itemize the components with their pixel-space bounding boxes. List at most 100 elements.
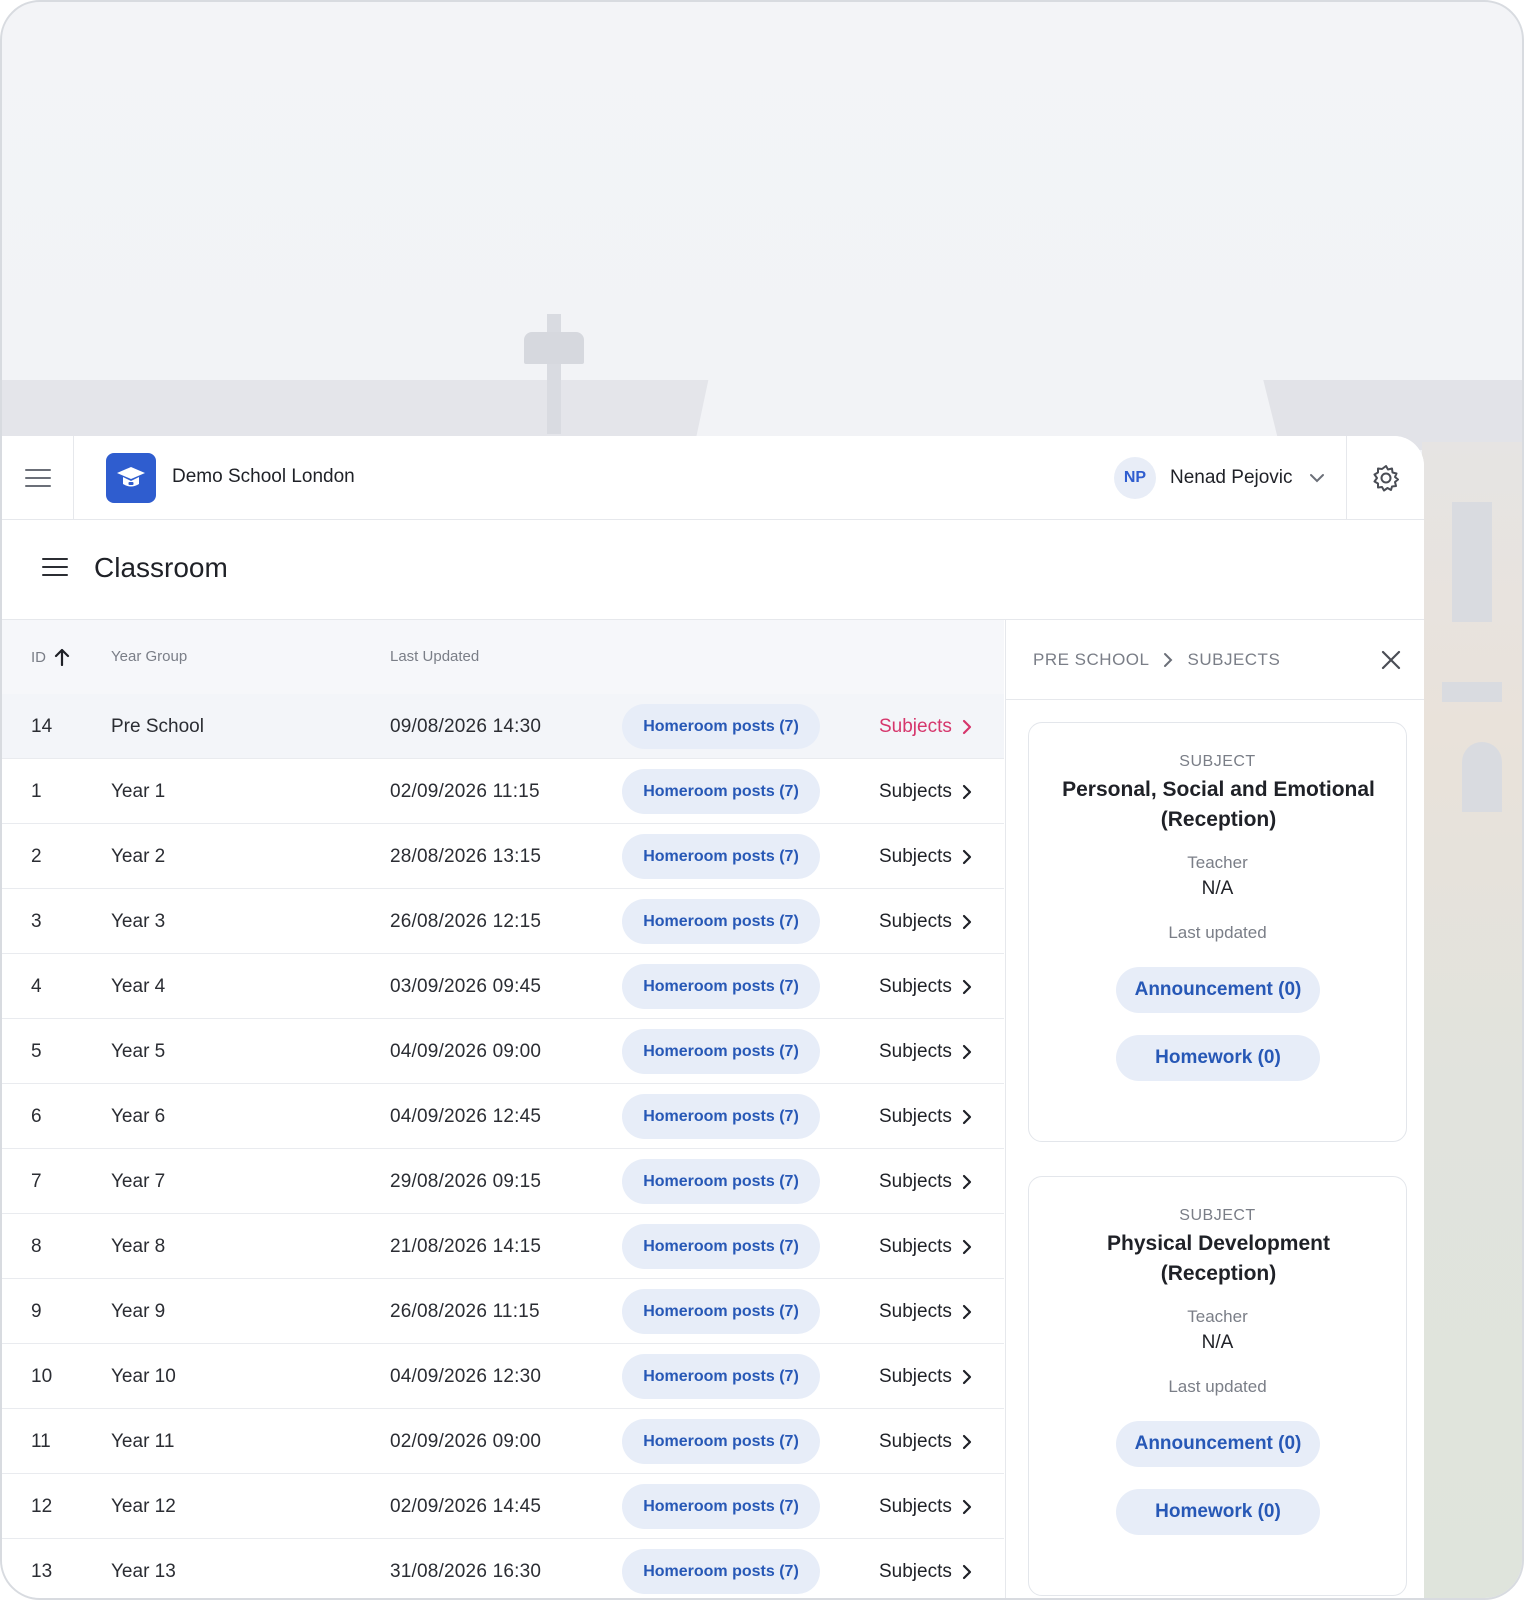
table-row[interactable]: 3 Year 3 26/08/2026 12:15 Homeroom posts (7… [2, 889, 1004, 954]
user-menu[interactable]: NP Nenad Pejovic [1114, 456, 1325, 500]
table-row[interactable]: 7 Year 7 29/08/2026 09:15 Homeroom posts (7… [2, 1149, 1004, 1214]
cell-id: 4 [31, 976, 42, 997]
avatar: NP [1114, 457, 1156, 499]
homeroom-posts-button[interactable]: Homeroom posts (7) [622, 1354, 820, 1399]
subjects-link-label: Subjects [879, 846, 952, 867]
subjects-link-label: Subjects [879, 1561, 952, 1582]
chevron-right-icon [962, 719, 971, 735]
subject-name: Personal, Social and Emotional (Receptio… [1062, 778, 1375, 831]
subjects-link-label: Subjects [879, 781, 952, 802]
chevron-right-icon [962, 1044, 971, 1060]
table-row[interactable]: 13 Year 13 31/08/2026 16:30 Homeroom posts … [2, 1539, 1004, 1598]
subjects-link-label: Subjects [879, 976, 952, 997]
subjects-link[interactable]: Subjects [879, 1431, 972, 1453]
homeroom-posts-button[interactable]: Homeroom posts (7) [622, 1549, 820, 1594]
column-header-year-group[interactable]: Year Group [111, 648, 187, 665]
chevron-right-icon [962, 1304, 971, 1320]
cell-last-updated: 26/08/2026 12:15 [390, 911, 542, 932]
subjects-link[interactable]: Subjects [879, 846, 972, 868]
table-row[interactable]: 14 Pre School 09/08/2026 14:30 Homeroom pos… [2, 694, 1004, 759]
subjects-link[interactable]: Subjects [879, 976, 972, 998]
cell-id: 13 [31, 1561, 53, 1582]
homeroom-posts-button[interactable]: Homeroom posts (7) [622, 1159, 820, 1204]
subjects-link-label: Subjects [879, 1106, 952, 1127]
cell-last-updated: 29/08/2026 09:15 [390, 1171, 542, 1192]
table-row[interactable]: 6 Year 6 04/09/2026 12:45 Homeroom posts (7… [2, 1084, 1004, 1149]
table-row[interactable]: 1 Year 1 02/09/2026 11:15 Homeroom posts (7… [2, 759, 1004, 824]
subjects-link-label: Subjects [879, 1431, 952, 1452]
table-row[interactable]: 2 Year 2 28/08/2026 13:15 Homeroom posts (7… [2, 824, 1004, 889]
subjects-link[interactable]: Subjects [879, 716, 972, 738]
column-header-last-updated[interactable]: Last Updated [390, 648, 479, 665]
announcement-button[interactable]: Announcement (0) [1116, 1421, 1320, 1467]
subjects-link[interactable]: Subjects [879, 1301, 972, 1323]
homeroom-posts-button[interactable]: Homeroom posts (7) [622, 1419, 820, 1464]
homeroom-posts-button[interactable]: Homeroom posts (7) [622, 1289, 820, 1334]
breadcrumb-item-subjects: SUBJECTS [1187, 650, 1281, 669]
cell-year-group: Year 13 [111, 1561, 176, 1582]
subject-name: Physical Development (Reception) [1107, 1232, 1330, 1285]
table-row[interactable]: 12 Year 12 02/09/2026 14:45 Homeroom posts … [2, 1474, 1004, 1539]
cell-id: 12 [31, 1496, 53, 1517]
table-row[interactable]: 10 Year 10 04/09/2026 12:30 Homeroom posts … [2, 1344, 1004, 1409]
cell-id: 10 [31, 1366, 53, 1387]
subjects-link[interactable]: Subjects [879, 1106, 972, 1128]
subjects-link[interactable]: Subjects [879, 1236, 972, 1258]
last-updated-label: Last updated [1168, 1377, 1267, 1396]
close-panel-button[interactable] [1379, 648, 1403, 672]
cell-id: 5 [31, 1041, 42, 1062]
homeroom-posts-button[interactable]: Homeroom posts (7) [622, 1484, 820, 1529]
graduation-cap-icon [117, 467, 145, 487]
table-row[interactable]: 5 Year 5 04/09/2026 09:00 Homeroom posts (7… [2, 1019, 1004, 1084]
homeroom-posts-button[interactable]: Homeroom posts (7) [622, 899, 820, 944]
table-row[interactable]: 11 Year 11 02/09/2026 09:00 Homeroom posts … [2, 1409, 1004, 1474]
homeroom-posts-button[interactable]: Homeroom posts (7) [622, 834, 820, 879]
subjects-link-label: Subjects [879, 1366, 952, 1387]
homeroom-posts-button[interactable]: Homeroom posts (7) [622, 704, 820, 749]
homework-button[interactable]: Homework (0) [1116, 1489, 1320, 1535]
subjects-link[interactable]: Subjects [879, 911, 972, 933]
subjects-link[interactable]: Subjects [879, 1366, 972, 1388]
homeroom-posts-button[interactable]: Homeroom posts (7) [622, 964, 820, 1009]
settings-button[interactable] [1346, 436, 1424, 520]
announcement-button[interactable]: Announcement (0) [1116, 967, 1320, 1013]
subjects-link[interactable]: Subjects [879, 1171, 972, 1193]
subject-card: SUBJECT Physical Development (Reception)… [1028, 1176, 1407, 1596]
cell-year-group: Year 10 [111, 1366, 176, 1387]
subjects-link-label: Subjects [879, 716, 952, 737]
homeroom-posts-button[interactable]: Homeroom posts (7) [622, 1029, 820, 1074]
main-menu-button[interactable] [2, 436, 74, 520]
column-header-id[interactable]: ID [31, 648, 70, 666]
table-row[interactable]: 9 Year 9 26/08/2026 11:15 Homeroom posts (7… [2, 1279, 1004, 1344]
chevron-right-icon [962, 1174, 971, 1190]
homeroom-posts-button[interactable]: Homeroom posts (7) [622, 1224, 820, 1269]
page-header: Classroom [2, 520, 1424, 620]
homeroom-posts-button[interactable]: Homeroom posts (7) [622, 769, 820, 814]
subjects-link[interactable]: Subjects [879, 781, 972, 803]
chevron-right-icon [962, 979, 971, 995]
cell-last-updated: 02/09/2026 14:45 [390, 1496, 542, 1517]
homeroom-posts-button[interactable]: Homeroom posts (7) [622, 1094, 820, 1139]
cell-last-updated: 09/08/2026 14:30 [390, 716, 542, 737]
last-updated-label: Last updated [1168, 923, 1267, 942]
homework-button[interactable]: Homework (0) [1116, 1035, 1320, 1081]
subjects-link[interactable]: Subjects [879, 1041, 972, 1063]
subjects-link[interactable]: Subjects [879, 1561, 972, 1583]
cell-id: 1 [31, 781, 42, 802]
cell-year-group: Year 2 [111, 846, 166, 867]
breadcrumb-item-pre-school[interactable]: PRE SCHOOL [1033, 650, 1149, 670]
gear-icon [1373, 465, 1399, 492]
chevron-right-icon [962, 1564, 971, 1580]
column-header-id-label: ID [31, 648, 46, 666]
cell-id: 8 [31, 1236, 42, 1257]
subjects-link[interactable]: Subjects [879, 1496, 972, 1518]
chevron-right-icon [1163, 652, 1173, 668]
teacher-label: Teacher [1187, 1307, 1248, 1326]
cell-last-updated: 21/08/2026 14:15 [390, 1236, 542, 1257]
table-row[interactable]: 4 Year 4 03/09/2026 09:45 Homeroom posts (7… [2, 954, 1004, 1019]
table-row[interactable]: 8 Year 8 21/08/2026 14:15 Homeroom posts (7… [2, 1214, 1004, 1279]
subjects-link-label: Subjects [879, 1171, 952, 1192]
teacher-value: N/A [1201, 878, 1234, 899]
cell-year-group: Year 12 [111, 1496, 176, 1517]
page-menu-button[interactable] [42, 558, 72, 580]
